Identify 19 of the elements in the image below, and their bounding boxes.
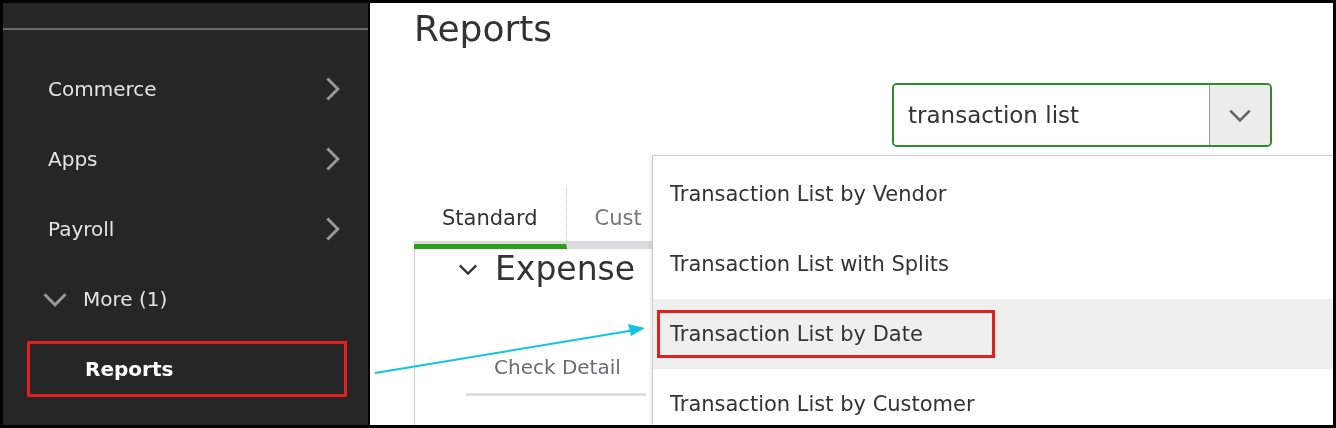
report-link[interactable]: Check Detail [494,354,621,379]
option-label: Transaction List by Customer [670,392,975,416]
option-label: Transaction List by Vendor [670,182,947,206]
page-title: Reports [414,9,553,49]
dropdown-option[interactable]: Transaction List with Splits [653,229,1333,299]
dropdown-option[interactable]: Transaction List by Vendor [653,159,1333,229]
search-field[interactable]: transaction list [892,82,1272,147]
sidebar-item[interactable]: Apps [3,124,368,194]
sidebar-item[interactable]: Commerce [3,54,368,124]
tab[interactable]: Standard [414,187,567,249]
sidebar-item[interactable]: More (1) [3,264,368,334]
dropdown-option[interactable]: Transaction List by Customer [653,369,1333,425]
sidebar-item[interactable]: Reports [85,357,174,381]
dropdown-option[interactable]: Transaction List by Date [653,299,1333,369]
section-title: Expense [495,248,636,289]
option-label: Transaction List with Splits [670,252,949,276]
dropdown-button[interactable] [1209,84,1270,145]
option-label: Transaction List by Date [670,322,923,346]
sidebar-item[interactable]: Payroll [3,194,368,264]
